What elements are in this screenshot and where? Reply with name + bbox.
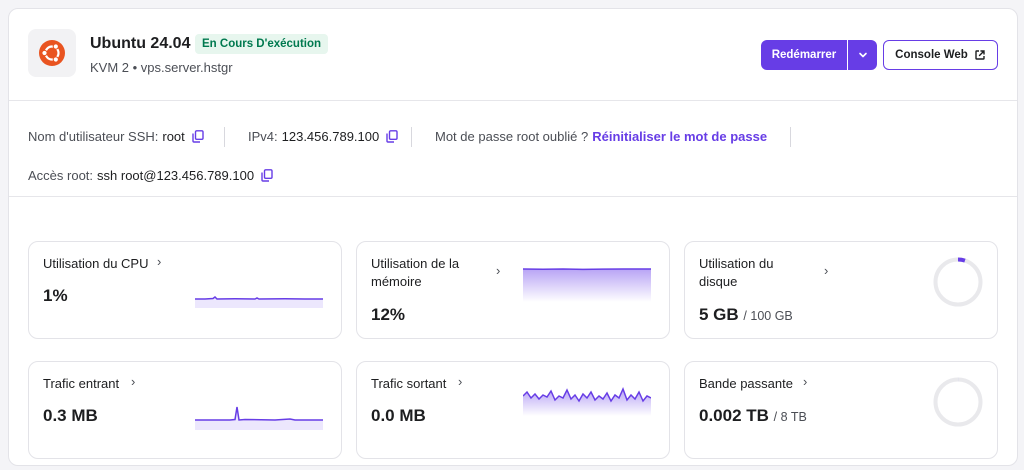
- server-subtitle: KVM 2 • vps.server.hstgr: [90, 60, 233, 75]
- incoming-traffic-value: 0.3 MB: [43, 406, 98, 425]
- root-access-label: Accès root:: [28, 168, 94, 183]
- cpu-usage-value: 1%: [43, 286, 68, 305]
- disk-usage-gauge: [933, 257, 983, 307]
- forgot-password-row: Mot de passe root oublié ? Réinitialiser…: [435, 129, 767, 144]
- restart-options-button[interactable]: [848, 40, 877, 70]
- incoming-sparkline: [195, 406, 323, 430]
- root-access-value: ssh root@123.456.789.100: [97, 168, 255, 183]
- bandwidth-card[interactable]: Bande passante › 0.002 TB / 8 TB: [684, 361, 998, 459]
- chevron-right-icon: ›: [157, 254, 162, 269]
- cpu-usage-title: Utilisation du CPU: [43, 256, 149, 271]
- chevron-right-icon: ›: [824, 263, 829, 278]
- web-console-button[interactable]: Console Web: [883, 40, 998, 70]
- ipv4-value: 123.456.789.100: [281, 129, 380, 144]
- outgoing-traffic-title: Trafic sortant: [371, 376, 447, 391]
- server-header: Ubuntu 24.04 En Cours D'exécution KVM 2 …: [9, 9, 1017, 101]
- disk-usage-value-row: 5 GB / 100 GB: [699, 305, 793, 325]
- restart-button[interactable]: Redémarrer: [761, 40, 847, 70]
- ubuntu-logo-icon: [28, 29, 76, 77]
- copy-icon[interactable]: [192, 130, 204, 143]
- outgoing-traffic-value: 0.0 MB: [371, 406, 426, 425]
- status-badge: En Cours D'exécution: [195, 34, 329, 54]
- bandwidth-value: 0.002 TB: [699, 406, 769, 425]
- ssh-user-value: root: [162, 129, 185, 144]
- chevron-right-icon: ›: [458, 374, 463, 389]
- root-access-row: Accès root: ssh root@123.456.789.100: [28, 168, 273, 183]
- chevron-down-icon: [858, 52, 867, 58]
- chevron-right-icon: ›: [496, 263, 501, 278]
- forgot-password-label: Mot de passe root oublié ?: [435, 129, 589, 144]
- copy-icon[interactable]: [261, 169, 273, 182]
- os-name: Ubuntu 24.04: [90, 35, 191, 52]
- bandwidth-total: / 8 TB: [773, 410, 807, 424]
- outgoing-traffic-card[interactable]: Trafic sortant › 0.0 MB: [356, 361, 670, 459]
- memory-usage-title: Utilisation de la mémoire: [371, 256, 460, 289]
- disk-usage-total: / 100 GB: [743, 309, 793, 323]
- cpu-sparkline: [195, 296, 323, 308]
- incoming-traffic-title: Trafic entrant: [43, 376, 120, 391]
- bandwidth-title: Bande passante: [699, 376, 793, 391]
- memory-sparkline: [523, 268, 651, 302]
- disk-usage-title: Utilisation du disque: [699, 256, 774, 289]
- access-info: Nom d'utilisateur SSH: root IPv4: 123.45…: [9, 101, 1017, 197]
- ssh-user-row: Nom d'utilisateur SSH: root: [28, 129, 204, 144]
- reset-password-link[interactable]: Réinitialiser le mot de passe: [592, 129, 767, 144]
- divider: [224, 127, 225, 147]
- divider: [411, 127, 412, 147]
- incoming-traffic-card[interactable]: Trafic entrant › 0.3 MB: [28, 361, 342, 459]
- ssh-user-label: Nom d'utilisateur SSH:: [28, 129, 159, 144]
- external-link-icon: [975, 50, 985, 60]
- cpu-usage-card[interactable]: Utilisation du CPU › 1%: [28, 241, 342, 339]
- bandwidth-value-row: 0.002 TB / 8 TB: [699, 406, 807, 426]
- disk-usage-value: 5 GB: [699, 305, 739, 324]
- outgoing-sparkline: [523, 386, 651, 416]
- ipv4-row: IPv4: 123.456.789.100: [248, 129, 398, 144]
- ipv4-label: IPv4:: [248, 129, 278, 144]
- bandwidth-gauge: [933, 377, 983, 427]
- chevron-right-icon: ›: [131, 374, 136, 389]
- memory-usage-value: 12%: [371, 305, 406, 324]
- memory-usage-card[interactable]: Utilisation de la mémoire › 12%: [356, 241, 670, 339]
- copy-icon[interactable]: [386, 130, 398, 143]
- server-card: Ubuntu 24.04 En Cours D'exécution KVM 2 …: [8, 8, 1018, 466]
- chevron-right-icon: ›: [803, 374, 808, 389]
- disk-usage-card[interactable]: Utilisation du disque › 5 GB / 100 GB: [684, 241, 998, 339]
- divider: [790, 127, 791, 147]
- web-console-label: Console Web: [895, 49, 968, 61]
